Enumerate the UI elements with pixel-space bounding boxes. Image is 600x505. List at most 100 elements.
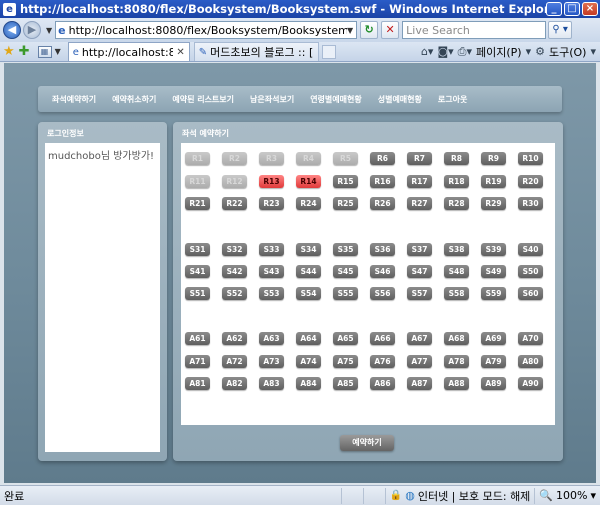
back-button[interactable]: ◀ <box>3 21 21 39</box>
minimize-button[interactable]: _ <box>546 2 562 16</box>
menu-remaining-seats[interactable]: 남은좌석보기 <box>250 94 294 105</box>
seat-a74[interactable]: A74 <box>296 355 321 368</box>
print-icon[interactable]: ⎙▾ <box>458 45 472 59</box>
menu-age-stats[interactable]: 연령별예매현황 <box>310 94 362 105</box>
reserve-button[interactable]: 예약하기 <box>340 435 394 451</box>
address-dropdown-icon[interactable]: ▼ <box>347 26 353 35</box>
feeds-icon[interactable]: ◙▾ <box>437 45 453 58</box>
seat-s51[interactable]: S51 <box>185 287 210 300</box>
seat-r16[interactable]: R16 <box>370 175 395 188</box>
seat-r23[interactable]: R23 <box>259 197 284 210</box>
seat-a75[interactable]: A75 <box>333 355 358 368</box>
seat-s33[interactable]: S33 <box>259 243 284 256</box>
seat-a79[interactable]: A79 <box>481 355 506 368</box>
address-url[interactable]: http://localhost:8080/flex/Booksystem/Bo… <box>69 24 347 37</box>
seat-a67[interactable]: A67 <box>407 332 432 345</box>
seat-s37[interactable]: S37 <box>407 243 432 256</box>
refresh-button[interactable]: ↻ <box>360 21 379 39</box>
seat-s56[interactable]: S56 <box>370 287 395 300</box>
seat-a65[interactable]: A65 <box>333 332 358 345</box>
seat-r3[interactable]: R3 <box>259 152 284 165</box>
security-zone[interactable]: 🔒 ◍ 인터넷 | 보호 모드: 해제 <box>384 487 535 504</box>
seat-a63[interactable]: A63 <box>259 332 284 345</box>
seat-a69[interactable]: A69 <box>481 332 506 345</box>
seat-s39[interactable]: S39 <box>481 243 506 256</box>
seat-a70[interactable]: A70 <box>518 332 543 345</box>
seat-a86[interactable]: A86 <box>370 377 395 390</box>
tools-menu[interactable]: 도구(O) <box>549 44 586 60</box>
seat-s35[interactable]: S35 <box>333 243 358 256</box>
seat-a85[interactable]: A85 <box>333 377 358 390</box>
seat-s44[interactable]: S44 <box>296 265 321 278</box>
seat-r26[interactable]: R26 <box>370 197 395 210</box>
favorites-star-icon[interactable]: ★ <box>3 44 15 59</box>
seat-a81[interactable]: A81 <box>185 377 210 390</box>
seat-s55[interactable]: S55 <box>333 287 358 300</box>
seat-s49[interactable]: S49 <box>481 265 506 278</box>
menu-reserve-seat[interactable]: 좌석예약하기 <box>52 94 96 105</box>
seat-s41[interactable]: S41 <box>185 265 210 278</box>
seat-s60[interactable]: S60 <box>518 287 543 300</box>
tab-list-dropdown-icon[interactable]: ▼ <box>55 47 61 56</box>
seat-a87[interactable]: A87 <box>407 377 432 390</box>
seat-r2[interactable]: R2 <box>222 152 247 165</box>
seat-s59[interactable]: S59 <box>481 287 506 300</box>
seat-r5[interactable]: R5 <box>333 152 358 165</box>
tab-active[interactable]: e http://localhost:8080/... ✕ <box>67 42 190 61</box>
seat-r14[interactable]: R14 <box>296 175 321 188</box>
menu-reservation-list[interactable]: 예약된 리스트보기 <box>172 94 234 105</box>
zoom-control[interactable]: 🔍 100% ▾ <box>534 487 600 504</box>
search-button[interactable]: ⚲ ▾ <box>548 21 573 39</box>
seat-r28[interactable]: R28 <box>444 197 469 210</box>
seat-s48[interactable]: S48 <box>444 265 469 278</box>
seat-a84[interactable]: A84 <box>296 377 321 390</box>
seat-r13[interactable]: R13 <box>259 175 284 188</box>
seat-r11[interactable]: R11 <box>185 175 210 188</box>
seat-r9[interactable]: R9 <box>481 152 506 165</box>
seat-r20[interactable]: R20 <box>518 175 543 188</box>
seat-a82[interactable]: A82 <box>222 377 247 390</box>
seat-r10[interactable]: R10 <box>518 152 543 165</box>
seat-s46[interactable]: S46 <box>370 265 395 278</box>
seat-r30[interactable]: R30 <box>518 197 543 210</box>
seat-s31[interactable]: S31 <box>185 243 210 256</box>
seat-s32[interactable]: S32 <box>222 243 247 256</box>
seat-r19[interactable]: R19 <box>481 175 506 188</box>
menu-gender-stats[interactable]: 성별예매현황 <box>378 94 422 105</box>
seat-r17[interactable]: R17 <box>407 175 432 188</box>
seat-s57[interactable]: S57 <box>407 287 432 300</box>
menu-cancel-reservation[interactable]: 예약취소하기 <box>112 94 156 105</box>
seat-a77[interactable]: A77 <box>407 355 432 368</box>
seat-r1[interactable]: R1 <box>185 152 210 165</box>
seat-a66[interactable]: A66 <box>370 332 395 345</box>
seat-r6[interactable]: R6 <box>370 152 395 165</box>
seat-r15[interactable]: R15 <box>333 175 358 188</box>
seat-s34[interactable]: S34 <box>296 243 321 256</box>
seat-a89[interactable]: A89 <box>481 377 506 390</box>
stop-button[interactable]: ✕ <box>381 21 400 39</box>
seat-s38[interactable]: S38 <box>444 243 469 256</box>
seat-s36[interactable]: S36 <box>370 243 395 256</box>
seat-s54[interactable]: S54 <box>296 287 321 300</box>
seat-r7[interactable]: R7 <box>407 152 432 165</box>
seat-r8[interactable]: R8 <box>444 152 469 165</box>
seat-s52[interactable]: S52 <box>222 287 247 300</box>
add-favorites-icon[interactable]: ✚ <box>19 44 30 59</box>
seat-a73[interactable]: A73 <box>259 355 284 368</box>
seat-a61[interactable]: A61 <box>185 332 210 345</box>
seat-a90[interactable]: A90 <box>518 377 543 390</box>
seat-a72[interactable]: A72 <box>222 355 247 368</box>
seat-a62[interactable]: A62 <box>222 332 247 345</box>
seat-r12[interactable]: R12 <box>222 175 247 188</box>
seat-r29[interactable]: R29 <box>481 197 506 210</box>
seat-s58[interactable]: S58 <box>444 287 469 300</box>
seat-s50[interactable]: S50 <box>518 265 543 278</box>
menu-logout[interactable]: 로그아웃 <box>438 94 467 105</box>
new-tab-button[interactable] <box>321 44 336 59</box>
address-bar[interactable]: e http://localhost:8080/flex/Booksystem/… <box>55 21 358 39</box>
seat-r22[interactable]: R22 <box>222 197 247 210</box>
seat-s40[interactable]: S40 <box>518 243 543 256</box>
seat-a68[interactable]: A68 <box>444 332 469 345</box>
seat-s53[interactable]: S53 <box>259 287 284 300</box>
seat-r4[interactable]: R4 <box>296 152 321 165</box>
